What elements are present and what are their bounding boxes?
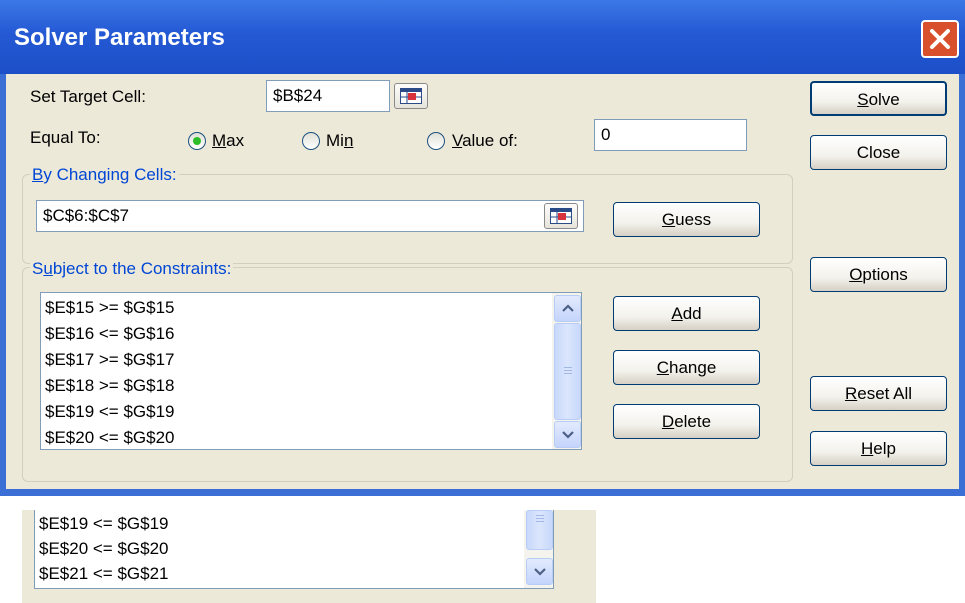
target-cell-label: Set Target Cell: — [30, 87, 146, 106]
radio-value-of[interactable] — [427, 132, 445, 150]
solve-button[interactable]: Solve — [810, 81, 947, 116]
constraints-label: Subject to the Constraints: — [30, 259, 234, 279]
dialog-body: Set Target Cell: Equal To: Max Min Value… — [6, 74, 959, 489]
scroll-down-button[interactable] — [554, 421, 581, 448]
changing-cells-label: By Changing Cells: — [30, 165, 179, 185]
radio-max[interactable] — [188, 132, 206, 150]
close-icon — [930, 29, 950, 49]
close-button[interactable]: Close — [810, 135, 947, 170]
target-cell-ref-button[interactable] — [394, 83, 428, 109]
change-button[interactable]: Change — [613, 350, 760, 385]
list-item[interactable]: $E$19 <= $G$19 — [39, 514, 169, 534]
scroll-down-button[interactable] — [526, 558, 553, 585]
constraints-list-lower[interactable]: $E$19 <= $G$19 $E$20 <= $G$20 $E$21 <= $… — [34, 510, 554, 589]
guess-button[interactable]: Guess — [613, 202, 760, 237]
changing-cells-input[interactable] — [36, 200, 584, 232]
list-item[interactable]: $E$17 >= $G$17 — [45, 350, 175, 370]
dialog-title: Solver Parameters — [14, 24, 225, 51]
list-item[interactable]: $E$18 >= $G$18 — [45, 376, 175, 396]
chevron-up-icon — [562, 304, 574, 312]
range-select-icon — [400, 88, 422, 104]
scroll-up-button[interactable] — [554, 295, 581, 322]
solver-dialog: Solver Parameters Set Target Cell: Equal… — [0, 0, 965, 496]
options-button[interactable]: Options — [810, 257, 947, 292]
constraints-scrollbar-lower[interactable] — [524, 510, 553, 588]
radio-max-label[interactable]: Max — [212, 131, 244, 151]
chevron-down-icon — [562, 431, 574, 439]
list-item[interactable]: $E$16 <= $G$16 — [45, 324, 175, 344]
list-item[interactable]: $E$19 <= $G$19 — [45, 402, 175, 422]
chevron-down-icon — [534, 568, 546, 576]
radio-min[interactable] — [302, 132, 320, 150]
constraints-list[interactable]: $E$15 >= $G$15 $E$16 <= $G$16 $E$17 >= $… — [40, 292, 582, 450]
list-item[interactable]: $E$20 <= $G$20 — [45, 428, 175, 448]
help-button[interactable]: Help — [810, 431, 947, 466]
equal-to-label: Equal To: — [30, 128, 101, 147]
constraints-scrollbar[interactable] — [552, 293, 581, 449]
scroll-thumb[interactable] — [526, 510, 553, 550]
reset-all-button[interactable]: Reset All — [810, 376, 947, 411]
changing-cells-ref-button[interactable] — [544, 203, 578, 229]
target-cell-input[interactable] — [266, 80, 390, 112]
range-select-icon — [550, 208, 572, 224]
title-bar[interactable]: Solver Parameters — [0, 0, 965, 74]
delete-button[interactable]: Delete — [613, 404, 760, 439]
scroll-thumb[interactable] — [554, 323, 581, 420]
list-item[interactable]: $E$20 <= $G$20 — [39, 539, 169, 559]
value-of-input[interactable] — [594, 119, 747, 151]
close-window-button[interactable] — [921, 20, 959, 58]
radio-min-label[interactable]: Min — [326, 131, 353, 151]
add-button[interactable]: Add — [613, 296, 760, 331]
list-item[interactable]: $E$21 <= $G$21 — [39, 564, 169, 584]
radio-value-of-label[interactable]: Value of: — [452, 131, 518, 151]
list-item[interactable]: $E$15 >= $G$15 — [45, 298, 175, 318]
constraints-list-fragment: $E$19 <= $G$19 $E$20 <= $G$20 $E$21 <= $… — [22, 510, 596, 603]
